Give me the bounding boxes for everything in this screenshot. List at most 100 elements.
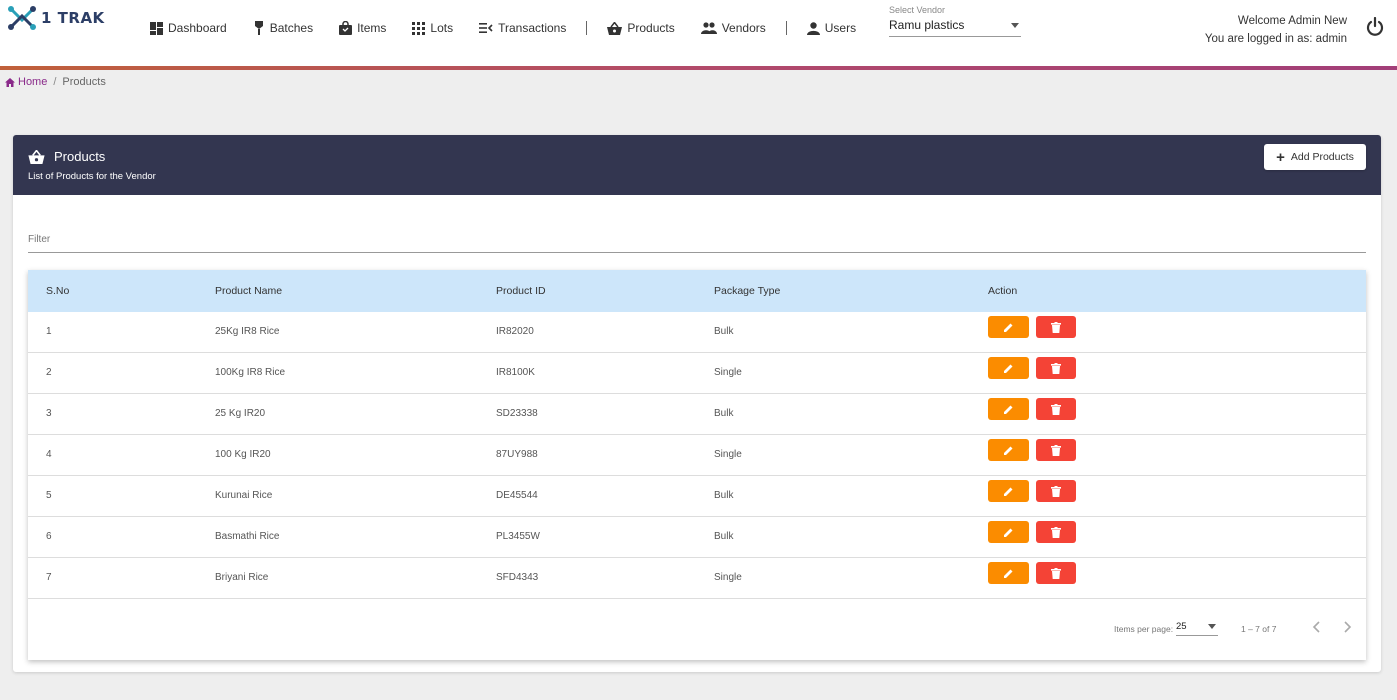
nav-vendors-label: Vendors	[721, 21, 766, 35]
trash-icon	[1051, 362, 1061, 374]
card-subtitle: List of Products for the Vendor	[28, 171, 156, 182]
add-products-button[interactable]: + Add Products	[1264, 144, 1366, 170]
page-range: 1 – 7 of 7	[1241, 624, 1277, 634]
delete-button[interactable]	[1036, 316, 1076, 338]
vendor-select[interactable]: Ramu plastics	[889, 18, 1021, 37]
delete-button[interactable]	[1036, 439, 1076, 461]
edit-button[interactable]	[988, 398, 1029, 420]
trash-icon	[1051, 403, 1061, 415]
chevron-right-icon	[1344, 621, 1352, 633]
cell-sno: 7	[46, 572, 52, 583]
cell-action	[988, 398, 1076, 420]
cell-action	[988, 562, 1076, 584]
next-page-button[interactable]	[1340, 620, 1354, 636]
nav-divider	[785, 21, 787, 35]
logo-text: 1 TRAK	[41, 9, 105, 27]
shopping-bag-icon	[339, 21, 353, 35]
dashboard-icon	[150, 21, 163, 35]
cell-package-type: Single	[714, 572, 742, 583]
cell-product-name: 100 Kg IR20	[215, 449, 271, 460]
nav-dashboard-label: Dashboard	[168, 21, 227, 35]
table-row: 2 100Kg IR8 Rice IR8100K Single	[28, 353, 1366, 394]
header-sno[interactable]: S.No	[46, 285, 69, 297]
nav-users[interactable]: Users	[806, 21, 857, 35]
edit-button[interactable]	[988, 521, 1029, 543]
delete-button[interactable]	[1036, 521, 1076, 543]
cell-product-id: IR8100K	[496, 367, 535, 378]
card-title: Products	[28, 149, 105, 164]
cell-product-id: SFD4343	[496, 572, 539, 583]
pencil-icon	[1004, 364, 1013, 373]
cell-product-name: 100Kg IR8 Rice	[215, 367, 286, 378]
edit-button[interactable]	[988, 439, 1029, 461]
nav-vendors[interactable]: Vendors	[700, 21, 766, 35]
nav-products[interactable]: Products	[607, 21, 675, 35]
chevron-down-icon	[1011, 22, 1019, 28]
header-product-name[interactable]: Product Name	[215, 285, 282, 297]
pencil-icon	[1004, 528, 1013, 537]
header-product-id[interactable]: Product ID	[496, 285, 546, 297]
cell-product-id: SD23338	[496, 408, 538, 419]
delete-button[interactable]	[1036, 357, 1076, 379]
logout-button[interactable]	[1365, 16, 1385, 42]
card-title-text: Products	[54, 149, 106, 164]
cell-product-name: Basmathi Rice	[215, 531, 280, 542]
cell-sno: 1	[46, 326, 52, 337]
table-header: S.No Product Name Product ID Package Typ…	[28, 270, 1366, 312]
edit-button[interactable]	[988, 562, 1029, 584]
items-per-page-select[interactable]: 25	[1176, 621, 1218, 636]
delete-button[interactable]	[1036, 562, 1076, 584]
previous-page-button[interactable]	[1310, 620, 1324, 636]
table-row: 1 25Kg IR8 Rice IR82020 Bulk	[28, 312, 1366, 353]
pencil-icon	[1004, 405, 1013, 414]
cell-action	[988, 357, 1076, 379]
nav-batches[interactable]: Batches	[253, 21, 313, 35]
card-header: Products List of Products for the Vendor…	[13, 135, 1381, 195]
app-logo[interactable]: 1 TRAK	[7, 5, 105, 31]
cell-sno: 2	[46, 367, 52, 378]
delete-button[interactable]	[1036, 398, 1076, 420]
filter-input[interactable]	[28, 234, 1366, 245]
welcome-text: Welcome Admin New	[1237, 15, 1347, 27]
cell-package-type: Single	[714, 449, 742, 460]
nav-dashboard[interactable]: Dashboard	[150, 21, 227, 35]
header-package-type[interactable]: Package Type	[714, 285, 780, 297]
cell-product-id: PL3455W	[496, 531, 540, 542]
nav-items-label: Items	[357, 21, 387, 35]
nav-divider	[586, 21, 588, 35]
nav-lots-label: Lots	[430, 21, 454, 35]
header-divider	[0, 66, 1397, 70]
table-row: 7 Briyani Rice SFD4343 Single	[28, 558, 1366, 599]
nav-users-label: Users	[824, 21, 857, 35]
grid-icon	[412, 21, 426, 35]
header-action: Action	[988, 285, 1018, 297]
breadcrumb-home[interactable]: Home	[5, 76, 47, 88]
trash-icon	[1051, 526, 1061, 538]
paginator: Items per page: 25 1 – 7 of 7	[28, 618, 1366, 642]
nav-items[interactable]: Items	[339, 21, 386, 35]
power-icon	[1366, 16, 1384, 36]
plus-icon: +	[1276, 148, 1285, 166]
edit-button[interactable]	[988, 357, 1029, 379]
cell-package-type: Bulk	[714, 326, 734, 337]
pencil-icon	[1004, 323, 1013, 332]
products-table: S.No Product Name Product ID Package Typ…	[28, 270, 1366, 660]
chevron-down-icon	[1208, 624, 1216, 629]
table-row: 3 25 Kg IR20 SD23338 Bulk	[28, 394, 1366, 435]
nav-products-label: Products	[627, 21, 675, 35]
nav-transactions[interactable]: Transactions	[479, 21, 566, 35]
nav-batches-label: Batches	[269, 21, 314, 35]
breadcrumb-home-label: Home	[18, 76, 48, 88]
cell-sno: 4	[46, 449, 52, 460]
breadcrumb: Home / Products	[5, 76, 106, 88]
vendor-label: Select Vendor	[889, 5, 946, 15]
delete-button[interactable]	[1036, 480, 1076, 502]
trash-icon	[1051, 485, 1061, 497]
edit-button[interactable]	[988, 316, 1029, 338]
cell-sno: 3	[46, 408, 52, 419]
nav-transactions-label: Transactions	[498, 21, 567, 35]
pencil-icon	[1004, 446, 1013, 455]
filter-field	[28, 229, 1366, 253]
edit-button[interactable]	[988, 480, 1029, 502]
nav-lots[interactable]: Lots	[412, 21, 453, 35]
